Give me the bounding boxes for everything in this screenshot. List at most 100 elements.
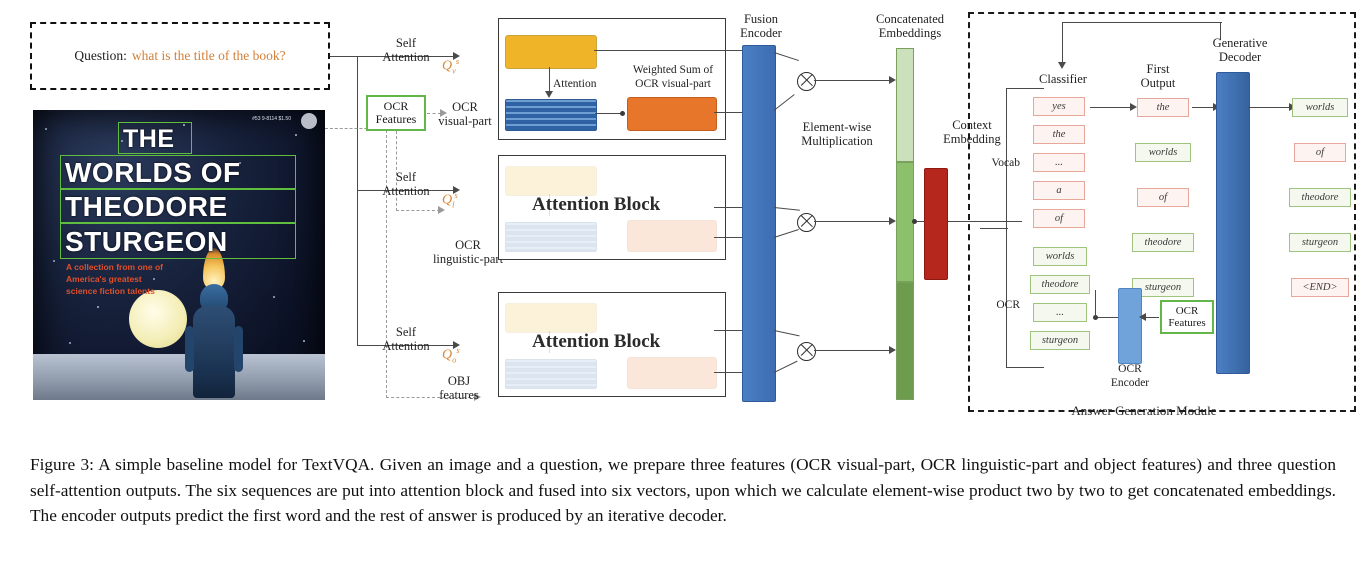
- decoder-output-token-of[interactable]: of: [1294, 143, 1346, 162]
- question-out-line: [330, 56, 358, 58]
- attention-block-2: Attention Block: [498, 155, 726, 260]
- question-vector-bar-3: [505, 303, 597, 333]
- question-vector-bar-2: [505, 166, 597, 196]
- mul2-out-arrow: [889, 217, 896, 225]
- moon-graphic: [129, 290, 187, 348]
- concatenated-embeddings-label: Concatenated Embeddings: [875, 12, 945, 40]
- barcode-text: #53 9-8114 $1.50: [252, 116, 291, 122]
- classifier-token-of[interactable]: of: [1033, 209, 1085, 228]
- mul2-out: [814, 221, 892, 223]
- ocr-encoder-bar: [1118, 288, 1142, 364]
- fusion-encoder-bar: [742, 45, 776, 402]
- classifier-label: Classifier: [1039, 72, 1087, 86]
- fusion-encoder-label: Fusion Encoder: [740, 12, 782, 40]
- feedback-down-line: [1062, 22, 1064, 64]
- first-output-token-of[interactable]: of: [1137, 188, 1189, 207]
- decoder-output-token-end[interactable]: <END>: [1291, 278, 1349, 297]
- feature-sequence-bar-3: [505, 359, 597, 389]
- generative-decoder-label: Generative Decoder: [1212, 36, 1268, 64]
- figure-diagram: Question: what is the title of the book?…: [0, 0, 1366, 430]
- figure-caption: Figure 3: A simple baseline model for Te…: [30, 455, 1336, 525]
- attention-label-1: Attention: [553, 78, 597, 90]
- weighted-sum-label-1: Weighted Sum of OCR visual-part: [632, 64, 714, 90]
- encoder-up-line: [1095, 290, 1097, 318]
- feedback-top-line: [1062, 22, 1222, 24]
- classifier-token-ellipsis-2[interactable]: ...: [1033, 303, 1087, 322]
- weighted-sum-bar-1: [627, 97, 717, 131]
- attention-block-title-3: Attention Block: [532, 331, 661, 352]
- block1-out-top: [594, 50, 750, 52]
- decoder-output-token-theodore[interactable]: theodore: [1289, 188, 1351, 207]
- first-output-token-theodore[interactable]: theodore: [1132, 233, 1194, 252]
- mul2-in-b: [773, 228, 799, 239]
- attention-down-arrow-1: [545, 91, 553, 98]
- vocab-label: Vocab: [991, 157, 1020, 169]
- concat-segment-light: [896, 48, 914, 162]
- weighted-sum-bar-2: [627, 220, 717, 252]
- q-linguistic-symbol: Qls: [442, 190, 458, 210]
- decoder-output-token-sturgeon[interactable]: sturgeon: [1289, 233, 1351, 252]
- answer-generation-module-title: Answer Generation Module: [1071, 403, 1217, 418]
- mul3-out: [814, 350, 892, 352]
- first-output-token-worlds[interactable]: worlds: [1135, 143, 1191, 162]
- image-trunk: [386, 100, 387, 398]
- question-box: Question: what is the title of the book?: [30, 22, 330, 90]
- book-cover-image: #53 9-8114 $1.50 THE WORLDS OF THEODORE …: [33, 110, 325, 400]
- decoder-output-token-worlds[interactable]: worlds: [1292, 98, 1348, 117]
- attention-block-3: Attention Block: [498, 292, 726, 397]
- first-output-label: First Output: [1140, 62, 1176, 90]
- mul3-in-b: [773, 360, 798, 374]
- attention-down-line-1: [549, 67, 551, 92]
- book-title-line-4: STURGEON: [65, 226, 228, 257]
- book-subtitle-line-1: A collection from one of: [66, 262, 163, 272]
- classifier-token-a[interactable]: a: [1033, 181, 1085, 200]
- feedback-arrow: [1058, 62, 1066, 69]
- classifier-to-output-arrow: [1130, 103, 1137, 111]
- classifier-token-worlds[interactable]: worlds: [1033, 247, 1087, 266]
- book-subtitle-line-3: science fiction talents: [66, 286, 155, 296]
- decoder-out-line: [1248, 107, 1292, 109]
- mul2-in-a: [773, 207, 800, 212]
- book-title-line-3: THEODORE: [65, 191, 228, 222]
- mul3-in-a: [773, 330, 800, 337]
- book-subtitle-line-2: America's greatest: [66, 274, 142, 284]
- attention-junction-dot-1: [620, 111, 625, 116]
- question-text: what is the title of the book?: [131, 48, 286, 63]
- encoder-to-decoder-line: [1096, 317, 1118, 319]
- feature-sequence-bar-2: [505, 222, 597, 252]
- classifier-token-sturgeon[interactable]: sturgeon: [1030, 331, 1090, 350]
- question-label: Question:: [74, 48, 127, 63]
- q-object-symbol: Qos: [442, 345, 460, 365]
- classifier-token-the[interactable]: the: [1033, 125, 1085, 144]
- elementwise-multiplication-label: Element-wise Multiplication: [801, 120, 873, 148]
- classifier-to-output-line: [1090, 107, 1132, 109]
- fc-dot: [912, 219, 917, 224]
- question-vector-bar-1: [505, 35, 597, 69]
- elementwise-multiply-icon-3: [797, 342, 816, 361]
- ocr-linguistic-dashed: [396, 210, 440, 211]
- ocrfeat-to-encoder-arrow: [1139, 313, 1146, 321]
- mul1-in-a: [773, 52, 799, 62]
- classifier-in-line: [980, 228, 1008, 230]
- classifier-token-yes[interactable]: yes: [1033, 97, 1085, 116]
- mul1-in-b: [773, 94, 795, 112]
- book-title-line-2: WORLDS OF: [65, 157, 241, 188]
- mul1-out-arrow: [889, 76, 896, 84]
- classifier-token-theodore[interactable]: theodore: [1030, 275, 1090, 294]
- first-output-token-the[interactable]: the: [1137, 98, 1189, 117]
- attention-to-sum-line-1: [595, 113, 623, 115]
- book-title-line-1: THE: [123, 125, 175, 153]
- vocab-bracket-bottom: [1006, 367, 1044, 369]
- ocr-encoder-label: OCR Encoder: [1110, 363, 1150, 389]
- elementwise-multiply-icon-2: [797, 213, 816, 232]
- self-attention-2-label: Self Attention: [382, 170, 430, 198]
- classifier-token-ellipsis[interactable]: ...: [1033, 153, 1085, 172]
- concat-segment-dark: [896, 282, 914, 400]
- mul3-out-arrow: [889, 346, 896, 354]
- self-attention-3-label: Self Attention: [382, 325, 430, 353]
- feature-sequence-bar-1: [505, 99, 597, 131]
- context-embedding-bar: [924, 168, 948, 280]
- question-trunk: [357, 56, 359, 346]
- ground-graphic: [33, 354, 325, 400]
- ocr-features-box-decoder: OCR Features: [1160, 300, 1214, 334]
